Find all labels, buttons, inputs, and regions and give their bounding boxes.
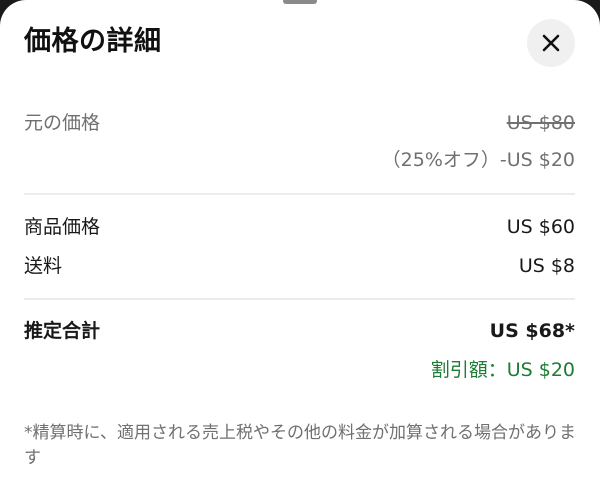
sheet-drag-handle[interactable]	[283, 0, 317, 4]
original-price-value: US $80	[506, 112, 575, 134]
item-price-label: 商品価格	[24, 216, 101, 238]
discount-value: （25%オフ）-US $20	[381, 149, 575, 171]
item-price-value: US $60	[506, 216, 575, 238]
close-button[interactable]	[527, 19, 575, 67]
sheet-title: 価格の詳細	[24, 26, 162, 57]
shipping-label: 送料	[24, 255, 63, 277]
savings-value: 割引額：US $20	[430, 359, 575, 381]
price-details-sheet: 価格の詳細 元の価格 US $80 （25%オフ）-US $20 商品価格 US…	[0, 0, 600, 499]
savings-row: 割引額：US $20	[24, 357, 575, 383]
discount-row: （25%オフ）-US $20	[24, 147, 575, 173]
total-label: 推定合計	[24, 320, 101, 342]
total-value: US $68*	[489, 320, 575, 342]
original-price-row: 元の価格 US $80	[24, 110, 575, 136]
shipping-value: US $8	[518, 255, 575, 277]
original-price-label: 元の価格	[24, 112, 101, 134]
divider	[24, 298, 575, 300]
tax-footnote: *精算時に、適用される売上税やその他の料金が加算される場合があります	[24, 423, 576, 468]
close-icon	[541, 33, 561, 53]
item-price-row: 商品価格 US $60	[24, 214, 575, 240]
shipping-row: 送料 US $8	[24, 253, 575, 279]
total-row: 推定合計 US $68*	[24, 318, 575, 344]
divider	[24, 193, 575, 195]
